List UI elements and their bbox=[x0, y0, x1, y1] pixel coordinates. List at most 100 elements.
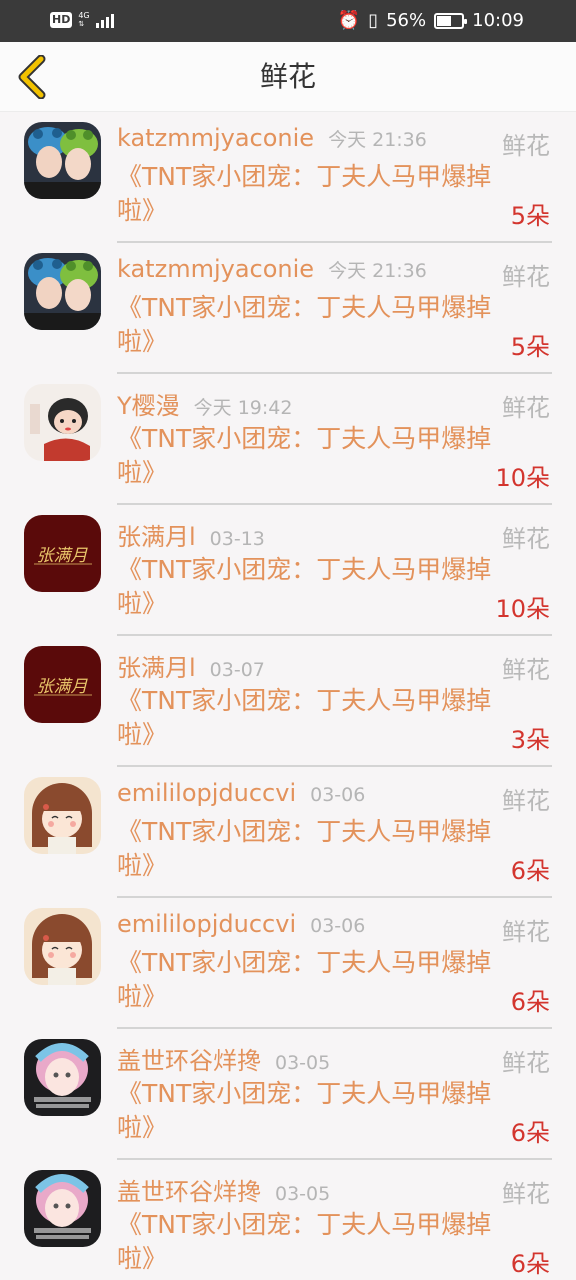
book-title[interactable]: 《TNT家小团宠：丁夫人马甲爆掉啦》 bbox=[117, 160, 497, 228]
battery-percent: 56% bbox=[386, 10, 427, 31]
username[interactable]: katzmmjyaconie bbox=[117, 124, 314, 152]
flower-count: 5朵 bbox=[510, 333, 550, 361]
avatar-image bbox=[24, 253, 101, 330]
list-item[interactable]: emililopjduccvi 03-06 鲜花 《TNT家小团宠：丁夫人马甲爆… bbox=[0, 898, 576, 1029]
timestamp: 今天 21:36 bbox=[328, 260, 427, 282]
avatar-image bbox=[24, 384, 101, 461]
name-line: 张满月l 03-07 bbox=[117, 648, 265, 684]
gift-type: 鲜花 bbox=[502, 918, 550, 946]
gift-record-list: katzmmjyaconie 今天 21:36 鲜花 《TNT家小团宠：丁夫人马… bbox=[0, 112, 576, 1280]
avatar-calligraphy: 张满月 bbox=[37, 677, 89, 697]
avatar-image bbox=[24, 908, 101, 985]
gift-type: 鲜花 bbox=[502, 787, 550, 815]
name-line: emililopjduccvi 03-06 bbox=[117, 910, 365, 946]
timestamp: 03-13 bbox=[209, 528, 265, 550]
flower-count: 10朵 bbox=[495, 464, 550, 492]
avatar-image: 张满月 bbox=[24, 515, 101, 592]
status-left: HD 4G ⇅ bbox=[50, 11, 114, 29]
avatar-image bbox=[24, 1170, 101, 1247]
flower-count: 3朵 bbox=[510, 726, 550, 754]
name-line: Y樱漫 今天 19:42 bbox=[117, 386, 292, 422]
avatar[interactable]: 张满月 bbox=[24, 646, 101, 723]
avatar-calligraphy: 张满月 bbox=[37, 546, 89, 566]
flower-count: 6朵 bbox=[510, 988, 550, 1016]
flower-count: 10朵 bbox=[495, 595, 550, 623]
flower-count: 5朵 bbox=[510, 202, 550, 230]
gift-type: 鲜花 bbox=[502, 394, 550, 422]
avatar[interactable] bbox=[24, 777, 101, 854]
book-title[interactable]: 《TNT家小团宠：丁夫人马甲爆掉啦》 bbox=[117, 422, 497, 490]
list-item[interactable]: 张满月 张满月l 03-13 鲜花 《TNT家小团宠：丁夫人马甲爆掉啦》 10朵 bbox=[0, 505, 576, 636]
alarm-icon: ⏰ bbox=[337, 10, 361, 31]
list-item[interactable]: Y樱漫 今天 19:42 鲜花 《TNT家小团宠：丁夫人马甲爆掉啦》 10朵 bbox=[0, 374, 576, 505]
timestamp: 03-05 bbox=[275, 1052, 331, 1074]
avatar-image bbox=[24, 777, 101, 854]
avatar-image bbox=[24, 122, 101, 199]
username[interactable]: emililopjduccvi bbox=[117, 779, 296, 807]
username[interactable]: 张满月l bbox=[117, 517, 196, 552]
gift-type: 鲜花 bbox=[502, 656, 550, 684]
username[interactable]: 盖世环谷烊搀 bbox=[117, 1172, 261, 1207]
name-line: 张满月l 03-13 bbox=[117, 517, 265, 553]
flower-count: 6朵 bbox=[510, 1250, 550, 1278]
book-title[interactable]: 《TNT家小团宠：丁夫人马甲爆掉啦》 bbox=[117, 553, 497, 621]
clock: 10:09 bbox=[472, 10, 524, 31]
username[interactable]: Y樱漫 bbox=[117, 386, 180, 421]
name-line: emililopjduccvi 03-06 bbox=[117, 779, 365, 815]
username[interactable]: katzmmjyaconie bbox=[117, 255, 314, 283]
book-title[interactable]: 《TNT家小团宠：丁夫人马甲爆掉啦》 bbox=[117, 1077, 497, 1145]
vibrate-icon: ▯ bbox=[368, 10, 379, 31]
list-item[interactable]: katzmmjyaconie 今天 21:36 鲜花 《TNT家小团宠：丁夫人马… bbox=[0, 243, 576, 374]
avatar[interactable] bbox=[24, 253, 101, 330]
name-line: katzmmjyaconie 今天 21:36 bbox=[117, 124, 427, 160]
timestamp: 今天 21:36 bbox=[328, 129, 427, 151]
signal-icon bbox=[95, 12, 114, 28]
avatar-image bbox=[24, 1039, 101, 1116]
book-title[interactable]: 《TNT家小团宠：丁夫人马甲爆掉啦》 bbox=[117, 946, 497, 1014]
avatar[interactable]: 张满月 bbox=[24, 515, 101, 592]
gift-type: 鲜花 bbox=[502, 263, 550, 291]
gift-type: 鲜花 bbox=[502, 525, 550, 553]
battery-icon bbox=[434, 12, 468, 29]
timestamp: 03-05 bbox=[275, 1183, 331, 1205]
list-item[interactable]: katzmmjyaconie 今天 21:36 鲜花 《TNT家小团宠：丁夫人马… bbox=[0, 112, 576, 243]
avatar[interactable] bbox=[24, 384, 101, 461]
avatar[interactable] bbox=[24, 1039, 101, 1116]
username[interactable]: 盖世环谷烊搀 bbox=[117, 1041, 261, 1076]
battery-fill bbox=[437, 15, 451, 26]
flower-count: 6朵 bbox=[510, 1119, 550, 1147]
data-arrows-icon: ⇅ bbox=[78, 20, 85, 28]
name-line: katzmmjyaconie 今天 21:36 bbox=[117, 255, 427, 291]
avatar[interactable] bbox=[24, 122, 101, 199]
network-indicator: 4G ⇅ bbox=[78, 11, 89, 29]
list-item[interactable]: 盖世环谷烊搀 03-05 鲜花 《TNT家小团宠：丁夫人马甲爆掉啦》 6朵 bbox=[0, 1160, 576, 1280]
status-bar: HD 4G ⇅ ⏰ ▯ 56% 10:09 bbox=[0, 0, 576, 42]
app-header: 鲜花 bbox=[0, 42, 576, 112]
timestamp: 03-06 bbox=[310, 915, 366, 937]
page-title: 鲜花 bbox=[259, 60, 316, 93]
book-title[interactable]: 《TNT家小团宠：丁夫人马甲爆掉啦》 bbox=[117, 684, 497, 752]
timestamp: 今天 19:42 bbox=[193, 397, 293, 419]
avatar[interactable] bbox=[24, 908, 101, 985]
list-item[interactable]: emililopjduccvi 03-06 鲜花 《TNT家小团宠：丁夫人马甲爆… bbox=[0, 767, 576, 898]
book-title[interactable]: 《TNT家小团宠：丁夫人马甲爆掉啦》 bbox=[117, 291, 497, 359]
book-title[interactable]: 《TNT家小团宠：丁夫人马甲爆掉啦》 bbox=[117, 1208, 497, 1276]
gift-type: 鲜花 bbox=[502, 132, 550, 160]
status-right: ⏰ ▯ 56% 10:09 bbox=[338, 10, 524, 31]
name-line: 盖世环谷烊搀 03-05 bbox=[117, 1041, 330, 1077]
list-item[interactable]: 张满月 张满月l 03-07 鲜花 《TNT家小团宠：丁夫人马甲爆掉啦》 3朵 bbox=[0, 636, 576, 767]
username[interactable]: emililopjduccvi bbox=[117, 910, 296, 938]
timestamp: 03-06 bbox=[310, 784, 366, 806]
hd-badge: HD bbox=[50, 12, 73, 28]
network-label: 4G bbox=[78, 11, 90, 20]
list-item[interactable]: 盖世环谷烊搀 03-05 鲜花 《TNT家小团宠：丁夫人马甲爆掉啦》 6朵 bbox=[0, 1029, 576, 1160]
gift-type: 鲜花 bbox=[502, 1049, 550, 1077]
username[interactable]: 张满月l bbox=[117, 648, 196, 683]
avatar[interactable] bbox=[24, 1170, 101, 1247]
avatar-image: 张满月 bbox=[24, 646, 101, 723]
book-title[interactable]: 《TNT家小团宠：丁夫人马甲爆掉啦》 bbox=[117, 815, 497, 883]
gift-type: 鲜花 bbox=[502, 1180, 550, 1208]
timestamp: 03-07 bbox=[209, 659, 265, 681]
flower-count: 6朵 bbox=[510, 857, 550, 885]
name-line: 盖世环谷烊搀 03-05 bbox=[117, 1172, 330, 1208]
